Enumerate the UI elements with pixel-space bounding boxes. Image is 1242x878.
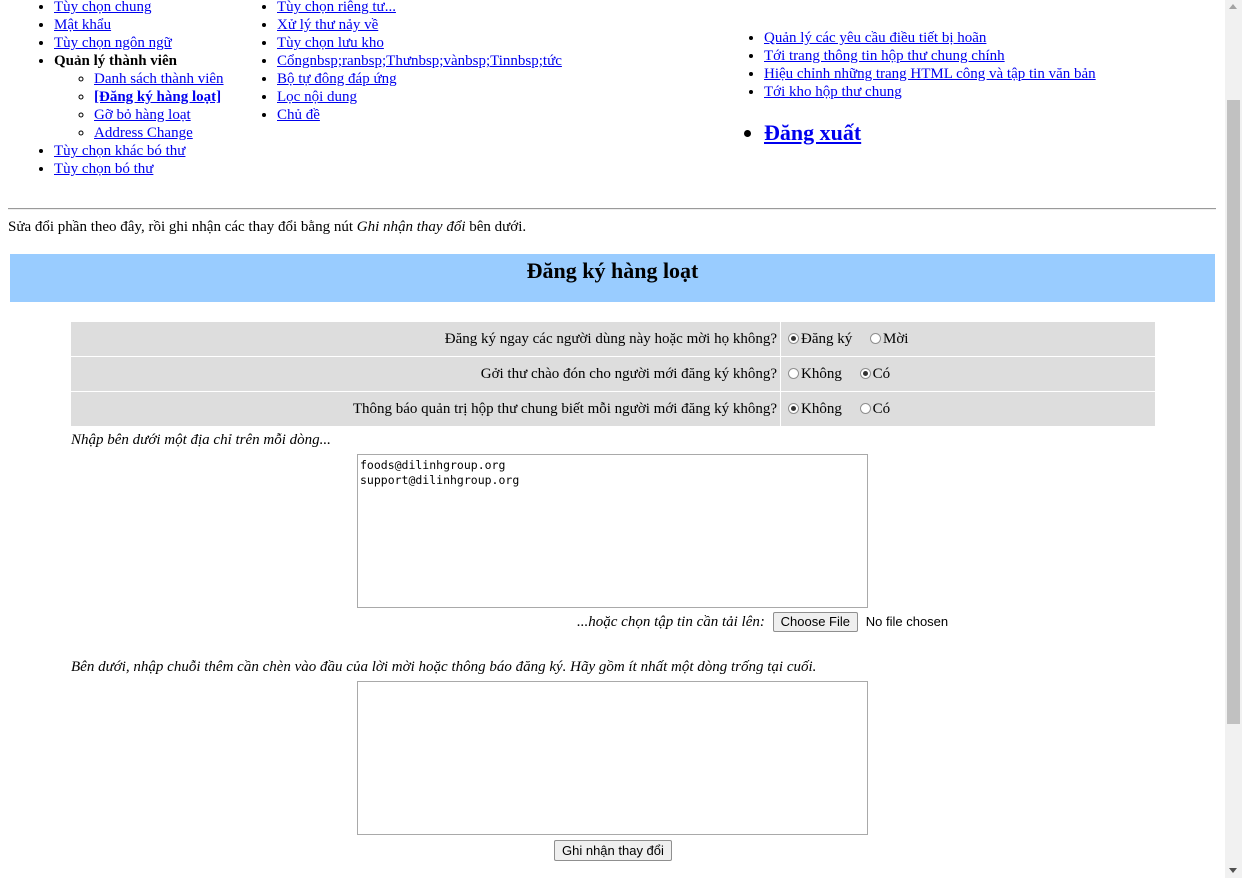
option-row-admin-notify: Thông báo quản trị hộp thư chung biết mỗ…: [71, 392, 1155, 426]
nav-column-general: Tùy chọn chung Mật khẩu Tùy chọn ngôn ng…: [36, 0, 256, 178]
nav-link-content-filter[interactable]: Lọc nội dung: [277, 89, 357, 105]
nav-item-list-info[interactable]: Tới trang thông tin hộp thư chung chính: [764, 47, 1186, 65]
logout-section: Đăng xuất: [746, 119, 861, 147]
intro-button-reference: Ghi nhận thay đổi: [356, 219, 466, 235]
nav-link-list-info[interactable]: Tới trang thông tin hộp thư chung chính: [764, 48, 1005, 64]
radio-subscribe[interactable]: [788, 332, 799, 344]
option-row-welcome-message: Gởi thư chào đón cho người mới đăng ký k…: [71, 357, 1155, 391]
nav-item-language[interactable]: Tùy chọn ngôn ngữ: [54, 34, 256, 52]
invite-text-label: Bên dưới, nhập chuỗi thêm cần chèn vào đ…: [71, 659, 817, 675]
addresses-textarea[interactable]: foods@dilinhgroup.org support@dilinhgrou…: [357, 454, 868, 608]
nav-link-archive[interactable]: Tùy chọn lưu kho: [277, 35, 384, 51]
radio-welcome-yes[interactable]: [859, 367, 871, 379]
nav-link-list-options[interactable]: Tùy chọn bó thư: [54, 161, 153, 177]
nav-link-password[interactable]: Mật khẩu: [54, 17, 111, 33]
nav-link-mass-subscribe[interactable]: [Đăng ký hàng loạt]: [94, 89, 221, 105]
nav-column-admin: Quản lý các yêu cầu điều tiết bị hoãn Tớ…: [746, 29, 1186, 101]
option-question: Gởi thư chào đón cho người mới đăng ký k…: [71, 357, 780, 391]
upload-row: ...hoặc chọn tập tin cần tải lên: Choose…: [577, 612, 948, 632]
submit-changes-button[interactable]: Ghi nhận thay đổi: [554, 840, 672, 861]
option-answers: Đăng ký Mời: [781, 322, 1155, 356]
nav-link-mass-remove[interactable]: Gỡ bỏ hàng loạt: [94, 107, 191, 123]
nav-link-language[interactable]: Tùy chọn ngôn ngữ: [54, 35, 172, 51]
radio-label-notify-no: Không: [801, 400, 842, 417]
nav-link-bounce[interactable]: Xử lý thư nảy về: [277, 17, 378, 33]
nav-item-pending-requests[interactable]: Quản lý các yêu cầu điều tiết bị hoãn: [764, 29, 1186, 47]
radio-label-invite: Mời: [883, 330, 909, 347]
nav-link-other-options[interactable]: Tùy chọn khác bó thư: [54, 143, 185, 159]
scroll-down-arrow-icon[interactable]: [1229, 868, 1237, 873]
nav-item-archive[interactable]: Tùy chọn lưu kho: [277, 34, 599, 52]
option-answers: Không Có: [781, 357, 1155, 391]
nav-item-autoresponder[interactable]: Bộ tự đông đáp ứng: [277, 70, 599, 88]
radio-invite[interactable]: [870, 332, 881, 344]
nav-subitem-address-change[interactable]: Address Change: [94, 124, 256, 142]
nav-item-general-options[interactable]: Tùy chọn chung: [54, 0, 256, 16]
nav-item-edit-html[interactable]: Hiệu chỉnh những trang HTML công và tập …: [764, 65, 1186, 83]
nav-item-list-options[interactable]: Tùy chọn bó thư: [54, 160, 256, 178]
intro-text: Sửa đổi phần theo đây, rồi ghi nhận các …: [8, 218, 1208, 236]
nav-item-topics[interactable]: Chủ đề: [277, 106, 599, 124]
nav-item-password[interactable]: Mật khẩu: [54, 16, 256, 34]
nav-link-general-options[interactable]: Tùy chọn chung: [54, 0, 151, 15]
nav-item-bounce[interactable]: Xử lý thư nảy về: [277, 16, 599, 34]
option-question: Đăng ký ngay các người dùng này hoặc mời…: [71, 322, 780, 356]
radio-notify-yes[interactable]: [859, 402, 871, 414]
horizontal-divider: [8, 208, 1216, 210]
radio-label-subscribe: Đăng ký: [801, 330, 853, 347]
nav-link-privacy[interactable]: Tùy chọn riêng tư...: [277, 0, 396, 15]
nav-subitem-member-list[interactable]: Danh sách thành viên: [94, 70, 256, 88]
nav-subitem-mass-subscribe[interactable]: [Đăng ký hàng loạt]: [94, 88, 256, 106]
file-status-text: No file chosen: [865, 614, 949, 629]
nav-item-list-archive[interactable]: Tới kho hộp thư chung: [764, 83, 1186, 101]
radio-label-welcome-yes: Có: [872, 365, 891, 382]
option-answers: Không Có: [781, 392, 1155, 426]
nav-item-other-options[interactable]: Tùy chọn khác bó thư: [54, 142, 256, 160]
addresses-label: Nhập bên dưới một địa chỉ trên mỗi dòng.…: [71, 432, 331, 448]
nav-item-privacy[interactable]: Tùy chọn riêng tư...: [277, 0, 599, 16]
option-question: Thông báo quản trị hộp thư chung biết mỗ…: [71, 392, 780, 426]
scroll-up-arrow-icon[interactable]: [1229, 4, 1237, 9]
nav-item-logout[interactable]: Đăng xuất: [764, 119, 861, 147]
nav-link-autoresponder[interactable]: Bộ tự đông đáp ứng: [277, 71, 397, 87]
radio-label-notify-yes: Có: [872, 400, 891, 417]
choose-file-button[interactable]: Choose File: [772, 612, 859, 632]
radio-welcome-no[interactable]: [788, 367, 799, 379]
option-row-subscribe-or-invite: Đăng ký ngay các người dùng này hoặc mời…: [71, 322, 1155, 356]
nav-item-content-filter[interactable]: Lọc nội dung: [277, 88, 599, 106]
upload-label: ...hoặc chọn tập tin cần tải lên:: [577, 614, 765, 630]
nav-link-member-list[interactable]: Danh sách thành viên: [94, 71, 224, 87]
page-title-banner: Đăng ký hàng loạt: [10, 254, 1215, 302]
vertical-scrollbar[interactable]: [1225, 0, 1242, 878]
invite-textarea[interactable]: [357, 681, 868, 835]
scrollbar-thumb[interactable]: [1227, 100, 1240, 724]
intro-text-before: Sửa đổi phần theo đây, rồi ghi nhận các …: [8, 219, 357, 235]
nav-link-topics[interactable]: Chủ đề: [277, 107, 320, 123]
logout-link[interactable]: Đăng xuất: [764, 120, 861, 145]
subscribe-options-table: Đăng ký ngay các người dùng này hoặc mời…: [70, 321, 1156, 427]
nav-label-membership: Quản lý thành viên: [54, 53, 177, 69]
intro-text-after: bên dưới.: [465, 219, 527, 235]
nav-link-gateway[interactable]: Cổngnbsp;ranbsp;Thưnbsp;vànbsp;Tinnbsp;t…: [277, 53, 562, 69]
nav-link-edit-html[interactable]: Hiệu chỉnh những trang HTML công và tập …: [764, 66, 1096, 82]
nav-item-membership: Quản lý thành viên Danh sách thành viên …: [54, 52, 256, 142]
radio-label-welcome-no: Không: [801, 365, 842, 382]
page-title: Đăng ký hàng loạt: [526, 258, 699, 283]
nav-link-address-change[interactable]: Address Change: [94, 125, 193, 141]
nav-link-pending-requests[interactable]: Quản lý các yêu cầu điều tiết bị hoãn: [764, 30, 986, 46]
nav-subitem-mass-remove[interactable]: Gỡ bỏ hàng loạt: [94, 106, 256, 124]
nav-link-list-archive[interactable]: Tới kho hộp thư chung: [764, 84, 902, 100]
radio-notify-no[interactable]: [788, 402, 799, 414]
nav-column-settings: Tùy chọn riêng tư... Xử lý thư nảy về Tù…: [259, 0, 599, 124]
nav-item-gateway[interactable]: Cổngnbsp;ranbsp;Thưnbsp;vànbsp;Tinnbsp;t…: [277, 52, 599, 70]
